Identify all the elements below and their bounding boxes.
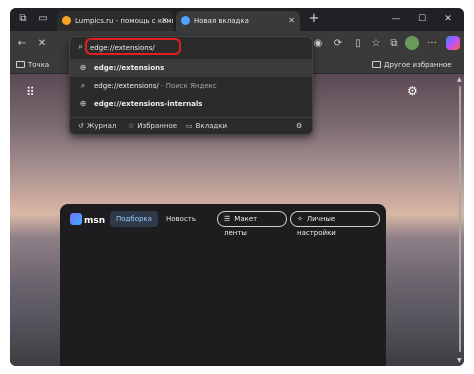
close-window-icon[interactable]: ✕ xyxy=(436,10,460,28)
address-suggestions-dropdown: ⌕ edge://extensions/ ⊕ edge://extensions… xyxy=(69,36,313,135)
globe-icon: ⊕ xyxy=(79,99,87,108)
edge-favicon-icon xyxy=(181,16,190,25)
personal-settings-button[interactable]: ✧ Личные настройки xyxy=(290,211,380,237)
scroll-up-icon[interactable]: ▲ xyxy=(457,76,462,83)
tab-actions-icon[interactable]: ▭ xyxy=(36,12,50,26)
msn-panel: msn Подборка Новость ☰ Макет ленты ✧ Личны… xyxy=(60,204,386,366)
suggestion-item[interactable]: ⌕ edge://extensions/ - Поиск Яндекс xyxy=(70,77,312,95)
copilot-icon[interactable] xyxy=(446,36,460,50)
workspaces-icon[interactable]: ⧉ xyxy=(16,12,30,26)
sliders-icon: ☰ xyxy=(224,215,231,223)
bookmark-tochka[interactable]: Точка xyxy=(16,56,49,74)
msn-butterfly-icon xyxy=(70,213,82,225)
bookmark-other-favorites[interactable]: Другое избранное xyxy=(372,56,452,74)
folder-icon xyxy=(372,61,381,68)
refresh-icon[interactable]: ✕ xyxy=(34,36,50,52)
extensions-icon[interactable]: ⟳ xyxy=(330,36,346,52)
tab-label: Lumpics.ru - помощь с компьют xyxy=(75,17,173,25)
globe-icon: ⊕ xyxy=(79,63,87,72)
scrollbar-thumb[interactable] xyxy=(459,86,461,352)
tabs-button[interactable]: ▭ Вкладки xyxy=(186,118,227,135)
close-tab-icon[interactable]: ✕ xyxy=(161,11,168,31)
lumpics-favicon-icon xyxy=(62,16,71,25)
tab-strip: ⧉ ▭ Lumpics.ru - помощь с компьют ✕ Нова… xyxy=(10,8,464,31)
page-scrollbar[interactable]: ▲ ▼ xyxy=(456,74,464,366)
history-icon: ↺ xyxy=(78,122,84,130)
tab-label: Новая вкладка xyxy=(194,17,249,25)
split-screen-icon[interactable]: ▯ xyxy=(350,36,366,52)
suggestion-item[interactable]: ⊕ edge://extensions-internals xyxy=(70,95,312,113)
bookmark-label: Точка xyxy=(28,61,50,69)
scroll-down-icon[interactable]: ▼ xyxy=(457,357,462,364)
collections-icon[interactable]: ⧉ xyxy=(386,36,402,52)
tab-new-tab[interactable]: Новая вкладка ✕ xyxy=(176,11,300,31)
dropdown-settings-icon[interactable]: ⚙ xyxy=(296,118,302,135)
msn-logo[interactable]: msn xyxy=(70,213,105,226)
suggestion-item[interactable]: ⊕ edge://extensions xyxy=(70,59,312,77)
page-settings-icon[interactable]: ⚙ xyxy=(407,84,418,98)
tab-lumpics[interactable]: Lumpics.ru - помощь с компьют ✕ xyxy=(57,11,173,31)
favorites-button[interactable]: ☆ Избранное xyxy=(128,118,177,135)
highlight-box xyxy=(85,38,181,55)
dropdown-footer: ↺ Журнал ☆ Избранное ▭ Вкладки ⚙ xyxy=(70,117,312,135)
star-icon: ☆ xyxy=(128,122,135,130)
minimize-icon[interactable]: — xyxy=(384,10,408,28)
tab-news[interactable]: Новость xyxy=(160,211,202,227)
sparkle-icon: ✧ xyxy=(297,215,303,223)
apps-grid-icon[interactable]: ⠿ xyxy=(26,86,35,98)
back-icon[interactable]: ← xyxy=(14,36,30,52)
more-options-icon[interactable]: ··· xyxy=(424,36,440,52)
feed-layout-button[interactable]: ☰ Макет ленты xyxy=(217,211,287,237)
bookmark-label: Другое избранное xyxy=(384,61,452,69)
new-tab-button[interactable]: + xyxy=(306,11,322,27)
maximize-icon[interactable]: ☐ xyxy=(410,10,434,28)
search-icon: ⌕ xyxy=(78,42,84,52)
address-bar[interactable]: ⌕ edge://extensions/ xyxy=(76,38,308,56)
folder-icon xyxy=(16,61,25,68)
search-icon: ⌕ xyxy=(80,81,86,90)
browser-window: ⧉ ▭ Lumpics.ru - помощь с компьют ✕ Нова… xyxy=(10,8,464,366)
tab-picks[interactable]: Подборка xyxy=(110,211,158,227)
close-tab-icon[interactable]: ✕ xyxy=(288,11,295,31)
tabs-icon: ▭ xyxy=(186,122,193,130)
history-button[interactable]: ↺ Журнал xyxy=(78,118,116,135)
profile-avatar[interactable] xyxy=(405,36,419,50)
favorites-icon[interactable]: ☆ xyxy=(368,36,384,52)
